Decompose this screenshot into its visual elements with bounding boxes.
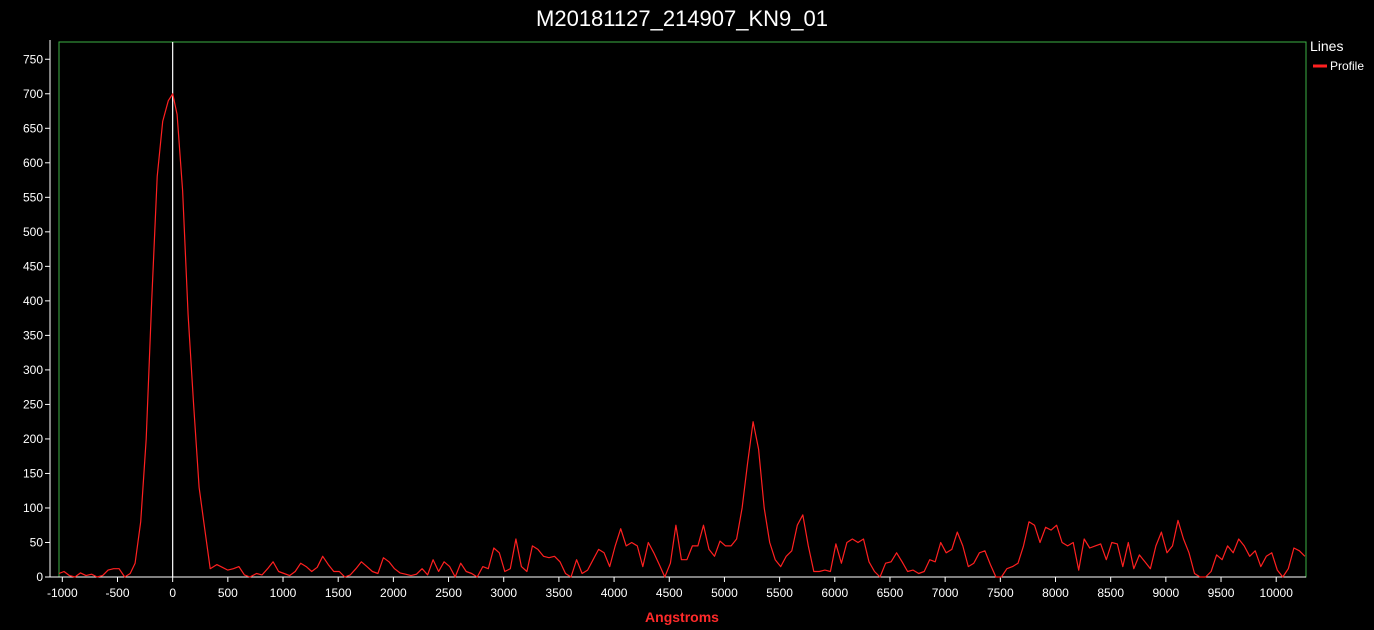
chart-title: M20181127_214907_KN9_01 <box>536 6 828 31</box>
x-tick-label: 6500 <box>877 586 904 600</box>
x-tick-label: 10000 <box>1260 586 1294 600</box>
chart-canvas: M20181127_214907_KN9_01 0 50 100 150 200 250 3… <box>0 0 1374 630</box>
x-tick-label: 7000 <box>932 586 959 600</box>
y-tick-label: 500 <box>23 225 43 239</box>
y-tick-label: 700 <box>23 87 43 101</box>
y-tick-label: 250 <box>23 397 43 411</box>
y-tick-label: 550 <box>23 190 43 204</box>
x-tick-label: 9500 <box>1208 586 1235 600</box>
y-tick-label: 150 <box>23 466 43 480</box>
x-tick-label: 4500 <box>656 586 683 600</box>
x-tick-label: 5000 <box>711 586 738 600</box>
x-tick-label: 9000 <box>1152 586 1179 600</box>
x-tick-label: 3500 <box>546 586 573 600</box>
y-tick-label: 200 <box>23 432 43 446</box>
x-tick-label: 2000 <box>380 586 407 600</box>
y-tick-label: 0 <box>36 570 43 584</box>
x-tick-label: 4000 <box>601 586 628 600</box>
x-tick-label: -1000 <box>47 586 78 600</box>
y-tick-label: 350 <box>23 328 43 342</box>
x-tick-label: 500 <box>218 586 238 600</box>
y-tick-label: 400 <box>23 294 43 308</box>
x-axis-title: Angstroms <box>645 609 719 625</box>
legend-title: Lines <box>1310 38 1343 54</box>
x-tick-label: 2500 <box>435 586 462 600</box>
x-tick-label: 5500 <box>766 586 793 600</box>
y-tick-label: 100 <box>23 501 43 515</box>
y-tick-label: 600 <box>23 156 43 170</box>
x-tick-label: 7500 <box>987 586 1014 600</box>
x-tick-label: 1500 <box>325 586 352 600</box>
legend-item-profile: Profile <box>1330 59 1364 73</box>
x-tick-label: 8000 <box>1042 586 1069 600</box>
y-tick-label: 450 <box>23 259 43 273</box>
x-tick-label: 8500 <box>1097 586 1124 600</box>
x-tick-label: 1000 <box>270 586 297 600</box>
x-tick-label: -500 <box>105 586 129 600</box>
y-tick-label: 300 <box>23 363 43 377</box>
x-tick-label: 6000 <box>821 586 848 600</box>
y-tick-label: 750 <box>23 52 43 66</box>
y-tick-label: 650 <box>23 121 43 135</box>
x-tick-label: 0 <box>169 586 176 600</box>
y-tick-label: 50 <box>30 535 44 549</box>
x-tick-label: 3000 <box>490 586 517 600</box>
